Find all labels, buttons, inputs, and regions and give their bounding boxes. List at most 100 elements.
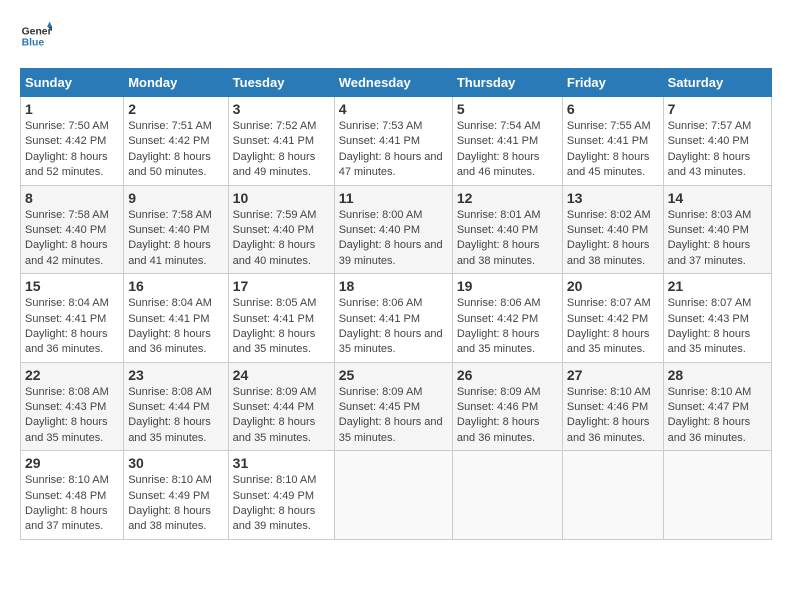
day-number: 14 — [668, 190, 767, 206]
svg-text:General: General — [22, 26, 52, 37]
day-info: Sunrise: 8:10 AM Sunset: 4:46 PM Dayligh… — [567, 385, 659, 447]
calendar-cell: 31 Sunrise: 8:10 AM Sunset: 4:49 PM Dayl… — [228, 451, 334, 540]
day-number: 11 — [339, 190, 448, 206]
calendar-cell: 15 Sunrise: 8:04 AM Sunset: 4:41 PM Dayl… — [21, 274, 124, 363]
day-info: Sunrise: 7:54 AM Sunset: 4:41 PM Dayligh… — [457, 119, 558, 181]
day-info: Sunrise: 8:09 AM Sunset: 4:44 PM Dayligh… — [233, 385, 330, 447]
day-number: 21 — [668, 278, 767, 294]
day-info: Sunrise: 8:02 AM Sunset: 4:40 PM Dayligh… — [567, 208, 659, 270]
day-number: 25 — [339, 367, 448, 383]
day-number: 20 — [567, 278, 659, 294]
calendar-cell: 7 Sunrise: 7:57 AM Sunset: 4:40 PM Dayli… — [663, 97, 771, 186]
day-info: Sunrise: 7:58 AM Sunset: 4:40 PM Dayligh… — [128, 208, 223, 270]
weekday-header: Friday — [562, 69, 663, 97]
day-number: 29 — [25, 455, 119, 471]
day-number: 1 — [25, 101, 119, 117]
day-info: Sunrise: 8:04 AM Sunset: 4:41 PM Dayligh… — [25, 296, 119, 358]
calendar-cell: 30 Sunrise: 8:10 AM Sunset: 4:49 PM Dayl… — [124, 451, 228, 540]
svg-text:Blue: Blue — [22, 38, 45, 49]
day-number: 23 — [128, 367, 223, 383]
calendar-cell: 9 Sunrise: 7:58 AM Sunset: 4:40 PM Dayli… — [124, 185, 228, 274]
day-number: 8 — [25, 190, 119, 206]
day-info: Sunrise: 7:59 AM Sunset: 4:40 PM Dayligh… — [233, 208, 330, 270]
calendar-cell: 5 Sunrise: 7:54 AM Sunset: 4:41 PM Dayli… — [452, 97, 562, 186]
calendar-cell: 25 Sunrise: 8:09 AM Sunset: 4:45 PM Dayl… — [334, 362, 452, 451]
calendar-week-row: 29 Sunrise: 8:10 AM Sunset: 4:48 PM Dayl… — [21, 451, 772, 540]
calendar-cell: 16 Sunrise: 8:04 AM Sunset: 4:41 PM Dayl… — [124, 274, 228, 363]
day-number: 19 — [457, 278, 558, 294]
weekday-header: Tuesday — [228, 69, 334, 97]
day-number: 15 — [25, 278, 119, 294]
day-info: Sunrise: 7:55 AM Sunset: 4:41 PM Dayligh… — [567, 119, 659, 181]
calendar-week-row: 22 Sunrise: 8:08 AM Sunset: 4:43 PM Dayl… — [21, 362, 772, 451]
day-info: Sunrise: 8:05 AM Sunset: 4:41 PM Dayligh… — [233, 296, 330, 358]
calendar-cell: 1 Sunrise: 7:50 AM Sunset: 4:42 PM Dayli… — [21, 97, 124, 186]
day-info: Sunrise: 8:06 AM Sunset: 4:41 PM Dayligh… — [339, 296, 448, 358]
calendar-week-row: 1 Sunrise: 7:50 AM Sunset: 4:42 PM Dayli… — [21, 97, 772, 186]
day-number: 18 — [339, 278, 448, 294]
day-info: Sunrise: 7:58 AM Sunset: 4:40 PM Dayligh… — [25, 208, 119, 270]
calendar-cell: 13 Sunrise: 8:02 AM Sunset: 4:40 PM Dayl… — [562, 185, 663, 274]
calendar-cell: 3 Sunrise: 7:52 AM Sunset: 4:41 PM Dayli… — [228, 97, 334, 186]
calendar-cell: 11 Sunrise: 8:00 AM Sunset: 4:40 PM Dayl… — [334, 185, 452, 274]
calendar-cell: 29 Sunrise: 8:10 AM Sunset: 4:48 PM Dayl… — [21, 451, 124, 540]
calendar-cell — [334, 451, 452, 540]
day-info: Sunrise: 7:50 AM Sunset: 4:42 PM Dayligh… — [25, 119, 119, 181]
day-number: 12 — [457, 190, 558, 206]
logo: General Blue — [20, 20, 52, 52]
calendar-cell: 19 Sunrise: 8:06 AM Sunset: 4:42 PM Dayl… — [452, 274, 562, 363]
weekday-header: Saturday — [663, 69, 771, 97]
calendar-week-row: 15 Sunrise: 8:04 AM Sunset: 4:41 PM Dayl… — [21, 274, 772, 363]
day-number: 10 — [233, 190, 330, 206]
calendar-cell — [452, 451, 562, 540]
day-info: Sunrise: 8:10 AM Sunset: 4:47 PM Dayligh… — [668, 385, 767, 447]
day-info: Sunrise: 8:09 AM Sunset: 4:46 PM Dayligh… — [457, 385, 558, 447]
day-number: 13 — [567, 190, 659, 206]
calendar-cell — [562, 451, 663, 540]
calendar-week-row: 8 Sunrise: 7:58 AM Sunset: 4:40 PM Dayli… — [21, 185, 772, 274]
calendar-cell: 21 Sunrise: 8:07 AM Sunset: 4:43 PM Dayl… — [663, 274, 771, 363]
day-number: 30 — [128, 455, 223, 471]
day-info: Sunrise: 8:07 AM Sunset: 4:43 PM Dayligh… — [668, 296, 767, 358]
calendar-cell — [663, 451, 771, 540]
calendar-cell: 2 Sunrise: 7:51 AM Sunset: 4:42 PM Dayli… — [124, 97, 228, 186]
day-info: Sunrise: 8:00 AM Sunset: 4:40 PM Dayligh… — [339, 208, 448, 270]
day-number: 16 — [128, 278, 223, 294]
calendar-cell: 23 Sunrise: 8:08 AM Sunset: 4:44 PM Dayl… — [124, 362, 228, 451]
day-info: Sunrise: 8:01 AM Sunset: 4:40 PM Dayligh… — [457, 208, 558, 270]
day-number: 7 — [668, 101, 767, 117]
calendar-cell: 8 Sunrise: 7:58 AM Sunset: 4:40 PM Dayli… — [21, 185, 124, 274]
day-info: Sunrise: 8:08 AM Sunset: 4:44 PM Dayligh… — [128, 385, 223, 447]
day-number: 5 — [457, 101, 558, 117]
calendar-cell: 14 Sunrise: 8:03 AM Sunset: 4:40 PM Dayl… — [663, 185, 771, 274]
day-number: 6 — [567, 101, 659, 117]
day-number: 31 — [233, 455, 330, 471]
day-info: Sunrise: 8:06 AM Sunset: 4:42 PM Dayligh… — [457, 296, 558, 358]
day-info: Sunrise: 8:09 AM Sunset: 4:45 PM Dayligh… — [339, 385, 448, 447]
day-number: 17 — [233, 278, 330, 294]
day-info: Sunrise: 7:52 AM Sunset: 4:41 PM Dayligh… — [233, 119, 330, 181]
day-info: Sunrise: 8:03 AM Sunset: 4:40 PM Dayligh… — [668, 208, 767, 270]
day-info: Sunrise: 8:04 AM Sunset: 4:41 PM Dayligh… — [128, 296, 223, 358]
day-info: Sunrise: 8:07 AM Sunset: 4:42 PM Dayligh… — [567, 296, 659, 358]
weekday-header: Thursday — [452, 69, 562, 97]
day-number: 22 — [25, 367, 119, 383]
calendar-cell: 10 Sunrise: 7:59 AM Sunset: 4:40 PM Dayl… — [228, 185, 334, 274]
calendar-cell: 12 Sunrise: 8:01 AM Sunset: 4:40 PM Dayl… — [452, 185, 562, 274]
calendar-cell: 28 Sunrise: 8:10 AM Sunset: 4:47 PM Dayl… — [663, 362, 771, 451]
logo-icon: General Blue — [20, 20, 52, 52]
day-number: 4 — [339, 101, 448, 117]
header: General Blue — [20, 20, 772, 52]
day-info: Sunrise: 7:53 AM Sunset: 4:41 PM Dayligh… — [339, 119, 448, 181]
calendar-cell: 4 Sunrise: 7:53 AM Sunset: 4:41 PM Dayli… — [334, 97, 452, 186]
day-info: Sunrise: 7:51 AM Sunset: 4:42 PM Dayligh… — [128, 119, 223, 181]
calendar-table: SundayMondayTuesdayWednesdayThursdayFrid… — [20, 68, 772, 540]
calendar-cell: 27 Sunrise: 8:10 AM Sunset: 4:46 PM Dayl… — [562, 362, 663, 451]
day-info: Sunrise: 7:57 AM Sunset: 4:40 PM Dayligh… — [668, 119, 767, 181]
weekday-header: Wednesday — [334, 69, 452, 97]
calendar-cell: 6 Sunrise: 7:55 AM Sunset: 4:41 PM Dayli… — [562, 97, 663, 186]
day-number: 24 — [233, 367, 330, 383]
weekday-header: Monday — [124, 69, 228, 97]
day-info: Sunrise: 8:08 AM Sunset: 4:43 PM Dayligh… — [25, 385, 119, 447]
calendar-cell: 26 Sunrise: 8:09 AM Sunset: 4:46 PM Dayl… — [452, 362, 562, 451]
